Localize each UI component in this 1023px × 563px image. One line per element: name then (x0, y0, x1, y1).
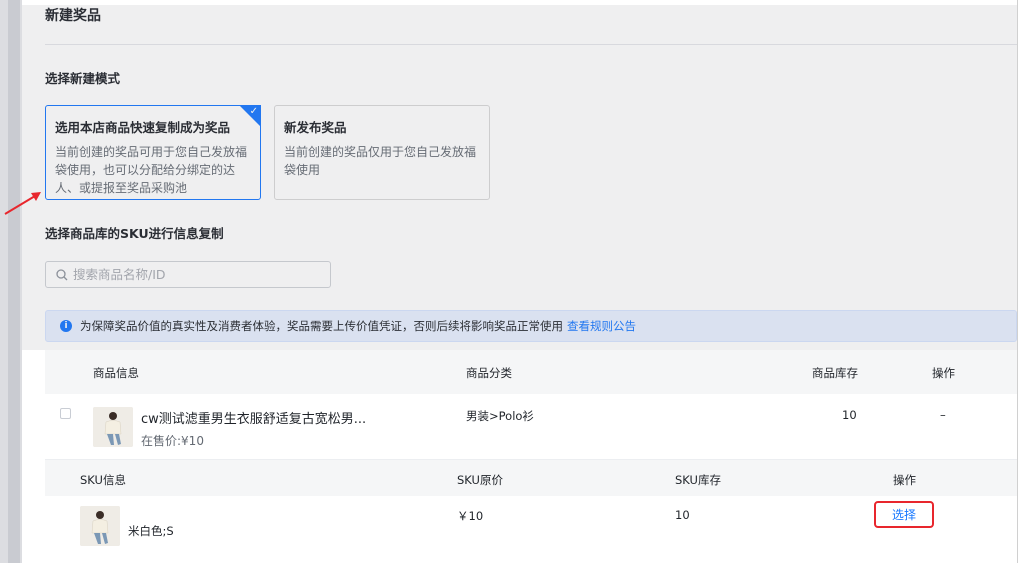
table-row: cw测试滤重男生衣服舒适复古宽松男... 在售价:¥10 男装>Polo衫 10… (45, 394, 1017, 460)
mode-card-new-prize[interactable]: 新发布奖品 当前创建的奖品仅用于您自己发放福袋使用 (274, 105, 490, 200)
mode-section-label: 选择新建模式 (45, 71, 121, 86)
check-icon: ✓ (249, 106, 258, 117)
mode-card-title: 新发布奖品 (284, 120, 347, 135)
mode-card-copy-product[interactable]: ✓ 选用本店商品快速复制成为奖品 当前创建的奖品可用于您自己发放福袋使用，也可以… (45, 105, 261, 200)
product-price: 在售价:¥10 (141, 434, 204, 448)
product-name[interactable]: cw测试滤重男生衣服舒适复古宽松男... (141, 408, 366, 427)
sku-price: ￥10 (457, 509, 484, 523)
sku-table-header: SKU信息 SKU原价 SKU库存 操作 (45, 460, 1017, 496)
product-action: – (940, 408, 946, 422)
notice-bar: i 为保障奖品价值的真实性及消费者体验，奖品需要上传价值凭证，否则后续将影响奖品… (45, 310, 1017, 342)
mode-card-desc: 当前创建的奖品仅用于您自己发放福袋使用 (284, 145, 477, 177)
header-sku-price: SKU原价 (457, 473, 503, 487)
product-category: 男装>Polo衫 (466, 409, 534, 423)
select-sku-button[interactable]: 选择 (874, 501, 934, 528)
header-stock: 商品库存 (812, 366, 858, 380)
sku-name: 米白色;S (128, 524, 174, 538)
search-box[interactable] (45, 261, 331, 288)
header-sku-stock: SKU库存 (675, 473, 721, 487)
header-action: 操作 (932, 366, 955, 380)
header-category: 商品分类 (466, 366, 512, 380)
header-sku-info: SKU信息 (80, 473, 126, 487)
product-stock: 10 (842, 408, 857, 422)
sku-section-label: 选择商品库的SKU进行信息复制 (45, 226, 224, 241)
sku-row: 米白色;S ￥10 10 选择 (45, 496, 1017, 558)
sku-thumbnail (80, 506, 120, 546)
page-title: 新建奖品 (45, 8, 101, 24)
product-table-header: 商品信息 商品分类 商品库存 操作 (45, 350, 1017, 394)
info-icon: i (60, 320, 72, 332)
left-rail-inner (8, 0, 20, 563)
product-table: 商品信息 商品分类 商品库存 操作 cw测试滤重男生衣服舒适复古宽松男... 在… (45, 350, 1017, 558)
right-edge (1017, 0, 1023, 563)
left-rail (0, 0, 22, 563)
mode-card-title: 选用本店商品快速复制成为奖品 (55, 120, 231, 135)
mode-card-desc: 当前创建的奖品可用于您自己发放福袋使用，也可以分配给分绑定的达人、或提报至奖品采… (55, 145, 248, 195)
header-sku-action: 操作 (893, 473, 916, 487)
new-prize-page: 新建奖品 选择新建模式 ✓ 选用本店商品快速复制成为奖品 当前创建的奖品可用于您… (22, 5, 1017, 558)
title-divider (45, 44, 1017, 45)
rules-link[interactable]: 查看规则公告 (567, 318, 636, 334)
search-icon (56, 268, 68, 280)
search-input[interactable] (73, 267, 313, 282)
expand-toggle[interactable] (60, 408, 71, 419)
product-thumbnail (93, 407, 133, 447)
header-product-info: 商品信息 (93, 366, 139, 380)
notice-text: 为保障奖品价值的真实性及消费者体验，奖品需要上传价值凭证，否则后续将影响奖品正常… (80, 319, 563, 333)
arrow-annotation-icon (4, 192, 41, 215)
sku-stock: 10 (675, 508, 690, 522)
